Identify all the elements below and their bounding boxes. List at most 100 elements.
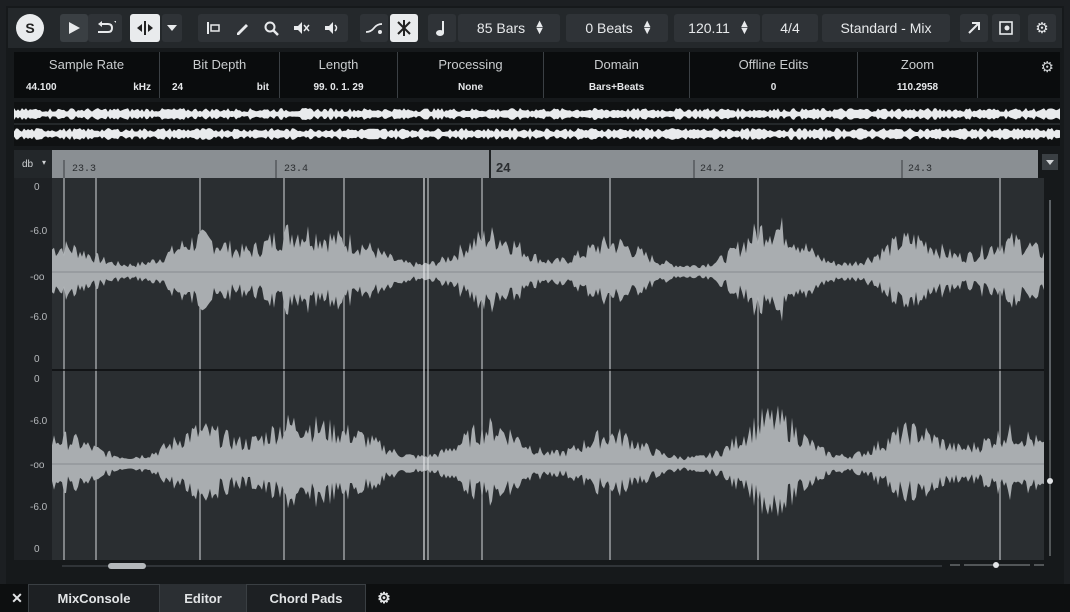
db-tick: -oo bbox=[30, 272, 45, 283]
close-lower-zone-button[interactable]: ✕ bbox=[6, 584, 28, 612]
signature-value: 4/4 bbox=[780, 20, 800, 36]
timeline-ruler[interactable]: 23.3 23.4 24 24.2 24.3 bbox=[52, 150, 1038, 178]
info-value: 0 bbox=[770, 82, 777, 93]
chevron-down-icon: ▾ bbox=[42, 158, 47, 167]
info-length[interactable]: Length 99. 0. 1. 29 bbox=[280, 52, 398, 98]
settings-icon bbox=[999, 21, 1013, 35]
db-tick: -6.0 bbox=[30, 416, 48, 427]
db-tick: -6.0 bbox=[30, 312, 48, 323]
waveform-display[interactable] bbox=[52, 178, 1044, 560]
tempo-value: 120.11 bbox=[688, 20, 730, 36]
tab-editor[interactable]: Editor bbox=[160, 584, 246, 612]
info-sample-rate[interactable]: Sample Rate 44.100 kHz bbox=[14, 52, 160, 98]
tabs-settings-button[interactable]: ⚙ bbox=[370, 584, 398, 612]
zoom-slider-track bbox=[950, 562, 1044, 568]
chevron-down-icon bbox=[167, 25, 177, 31]
hitpoints-icon bbox=[397, 20, 411, 36]
info-header: Zoom bbox=[900, 57, 935, 72]
tab-label: Chord Pads bbox=[269, 591, 343, 606]
beats-value: 0 Beats bbox=[585, 20, 633, 36]
loop-icon bbox=[98, 21, 116, 33]
chevron-down-icon bbox=[1046, 160, 1054, 165]
info-value: 44.100 bbox=[26, 82, 57, 93]
info-zoom[interactable]: Zoom 110.2958 bbox=[858, 52, 978, 98]
db-scale-header[interactable]: db ▾ bbox=[14, 150, 52, 178]
horizontal-scrollbar[interactable] bbox=[62, 562, 942, 570]
tab-label: Editor bbox=[184, 590, 222, 606]
export-button[interactable] bbox=[960, 14, 988, 42]
info-value: None bbox=[458, 82, 483, 93]
gear-icon: ⚙ bbox=[1035, 20, 1049, 37]
ruler-lines bbox=[63, 150, 903, 178]
settings-panel-button[interactable] bbox=[992, 14, 1020, 42]
curve-button[interactable] bbox=[360, 14, 388, 42]
spinner-icon[interactable]: ▲ ▼ bbox=[739, 19, 750, 37]
info-header: Offline Edits bbox=[738, 57, 809, 72]
snap-dropdown[interactable] bbox=[162, 14, 182, 42]
info-header: Bit Depth bbox=[192, 57, 247, 72]
spinner-icon[interactable]: ▲ ▼ bbox=[642, 19, 653, 37]
db-tick: 0 bbox=[34, 374, 40, 385]
toolbar-gear-button[interactable]: ⚙ bbox=[1028, 14, 1056, 42]
db-tick: -6.0 bbox=[30, 226, 48, 237]
gear-icon: ⚙ bbox=[377, 590, 391, 607]
info-value: 24 bbox=[172, 82, 184, 93]
info-header: Processing bbox=[438, 57, 503, 72]
play-button[interactable] bbox=[60, 14, 88, 42]
db-label: db bbox=[22, 159, 34, 170]
horizontal-zoom-slider[interactable] bbox=[950, 560, 1044, 570]
info-offline-edits[interactable]: Offline Edits 0 bbox=[690, 52, 858, 98]
info-value: Bars+Beats bbox=[588, 82, 645, 93]
spinner-icon[interactable]: ▲ ▼ bbox=[534, 19, 545, 37]
scrollbar-track bbox=[62, 563, 942, 569]
waveform-overview[interactable] bbox=[14, 102, 1060, 146]
time-signature-field[interactable]: 4/4 bbox=[762, 14, 818, 42]
tab-mixconsole[interactable]: MixConsole bbox=[28, 584, 160, 612]
hitpoints-button[interactable] bbox=[390, 14, 418, 42]
info-line: Sample Rate 44.100 kHz Bit Depth 24 bit … bbox=[14, 52, 1060, 98]
editor-toolbar: S 85 Bars ▲▼ 0 Beats ▲▼ 120.11 ▲▼ 4/4 bbox=[8, 8, 1062, 48]
info-domain[interactable]: Domain Bars+Beats bbox=[544, 52, 690, 98]
preset-selector[interactable]: Standard - Mix bbox=[822, 14, 950, 42]
loop-button[interactable] bbox=[88, 14, 122, 42]
metronome-button[interactable] bbox=[428, 14, 456, 42]
waveform-canvas bbox=[52, 178, 1044, 560]
db-tick: 0 bbox=[34, 354, 40, 365]
tool-group bbox=[198, 14, 348, 42]
info-value: 110.2958 bbox=[896, 82, 939, 93]
range-select-icon[interactable] bbox=[205, 20, 221, 36]
overview-waveform bbox=[14, 102, 1060, 146]
export-icon bbox=[968, 22, 980, 34]
ruler-menu-button[interactable] bbox=[1042, 154, 1058, 170]
preset-value: Standard - Mix bbox=[840, 20, 932, 36]
snap-icon bbox=[137, 21, 153, 35]
lower-zone-tabs: ✕ MixConsole Editor Chord Pads ⚙ bbox=[0, 584, 1070, 612]
bars-value: 85 Bars bbox=[476, 20, 526, 36]
db-tick: 0 bbox=[34, 544, 40, 555]
zoom-icon[interactable] bbox=[263, 20, 279, 36]
vertical-zoom-slider[interactable] bbox=[1046, 200, 1054, 560]
info-header: Domain bbox=[594, 57, 639, 72]
play-icon bbox=[69, 22, 80, 34]
pencil-icon[interactable] bbox=[234, 20, 250, 36]
close-icon: ✕ bbox=[11, 589, 23, 606]
bars-field[interactable]: 85 Bars ▲ ▼ bbox=[458, 14, 560, 42]
beats-field[interactable]: 0 Beats ▲ ▼ bbox=[566, 14, 668, 42]
db-scale: 0 -6.0 -oo -6.0 0 0 -6.0 -oo -6.0 0 bbox=[14, 178, 52, 560]
tab-label: MixConsole bbox=[57, 591, 131, 606]
info-gear-icon[interactable]: ⚙ bbox=[1041, 58, 1054, 76]
tab-chord-pads[interactable]: Chord Pads bbox=[246, 584, 366, 612]
info-processing[interactable]: Processing None bbox=[398, 52, 544, 98]
speaker-icon[interactable] bbox=[323, 20, 341, 36]
info-bit-depth[interactable]: Bit Depth 24 bit bbox=[160, 52, 280, 98]
solo-icon: S bbox=[25, 20, 35, 36]
info-unit: kHz bbox=[133, 82, 151, 93]
db-tick: 0 bbox=[34, 182, 40, 193]
curve-icon bbox=[365, 23, 383, 34]
mute-icon[interactable] bbox=[292, 20, 310, 36]
info-unit: bit bbox=[256, 82, 269, 93]
solo-button[interactable]: S bbox=[16, 14, 44, 42]
snap-button[interactable] bbox=[130, 14, 160, 42]
db-tick: -oo bbox=[30, 460, 45, 471]
tempo-field[interactable]: 120.11 ▲ ▼ bbox=[674, 14, 760, 42]
